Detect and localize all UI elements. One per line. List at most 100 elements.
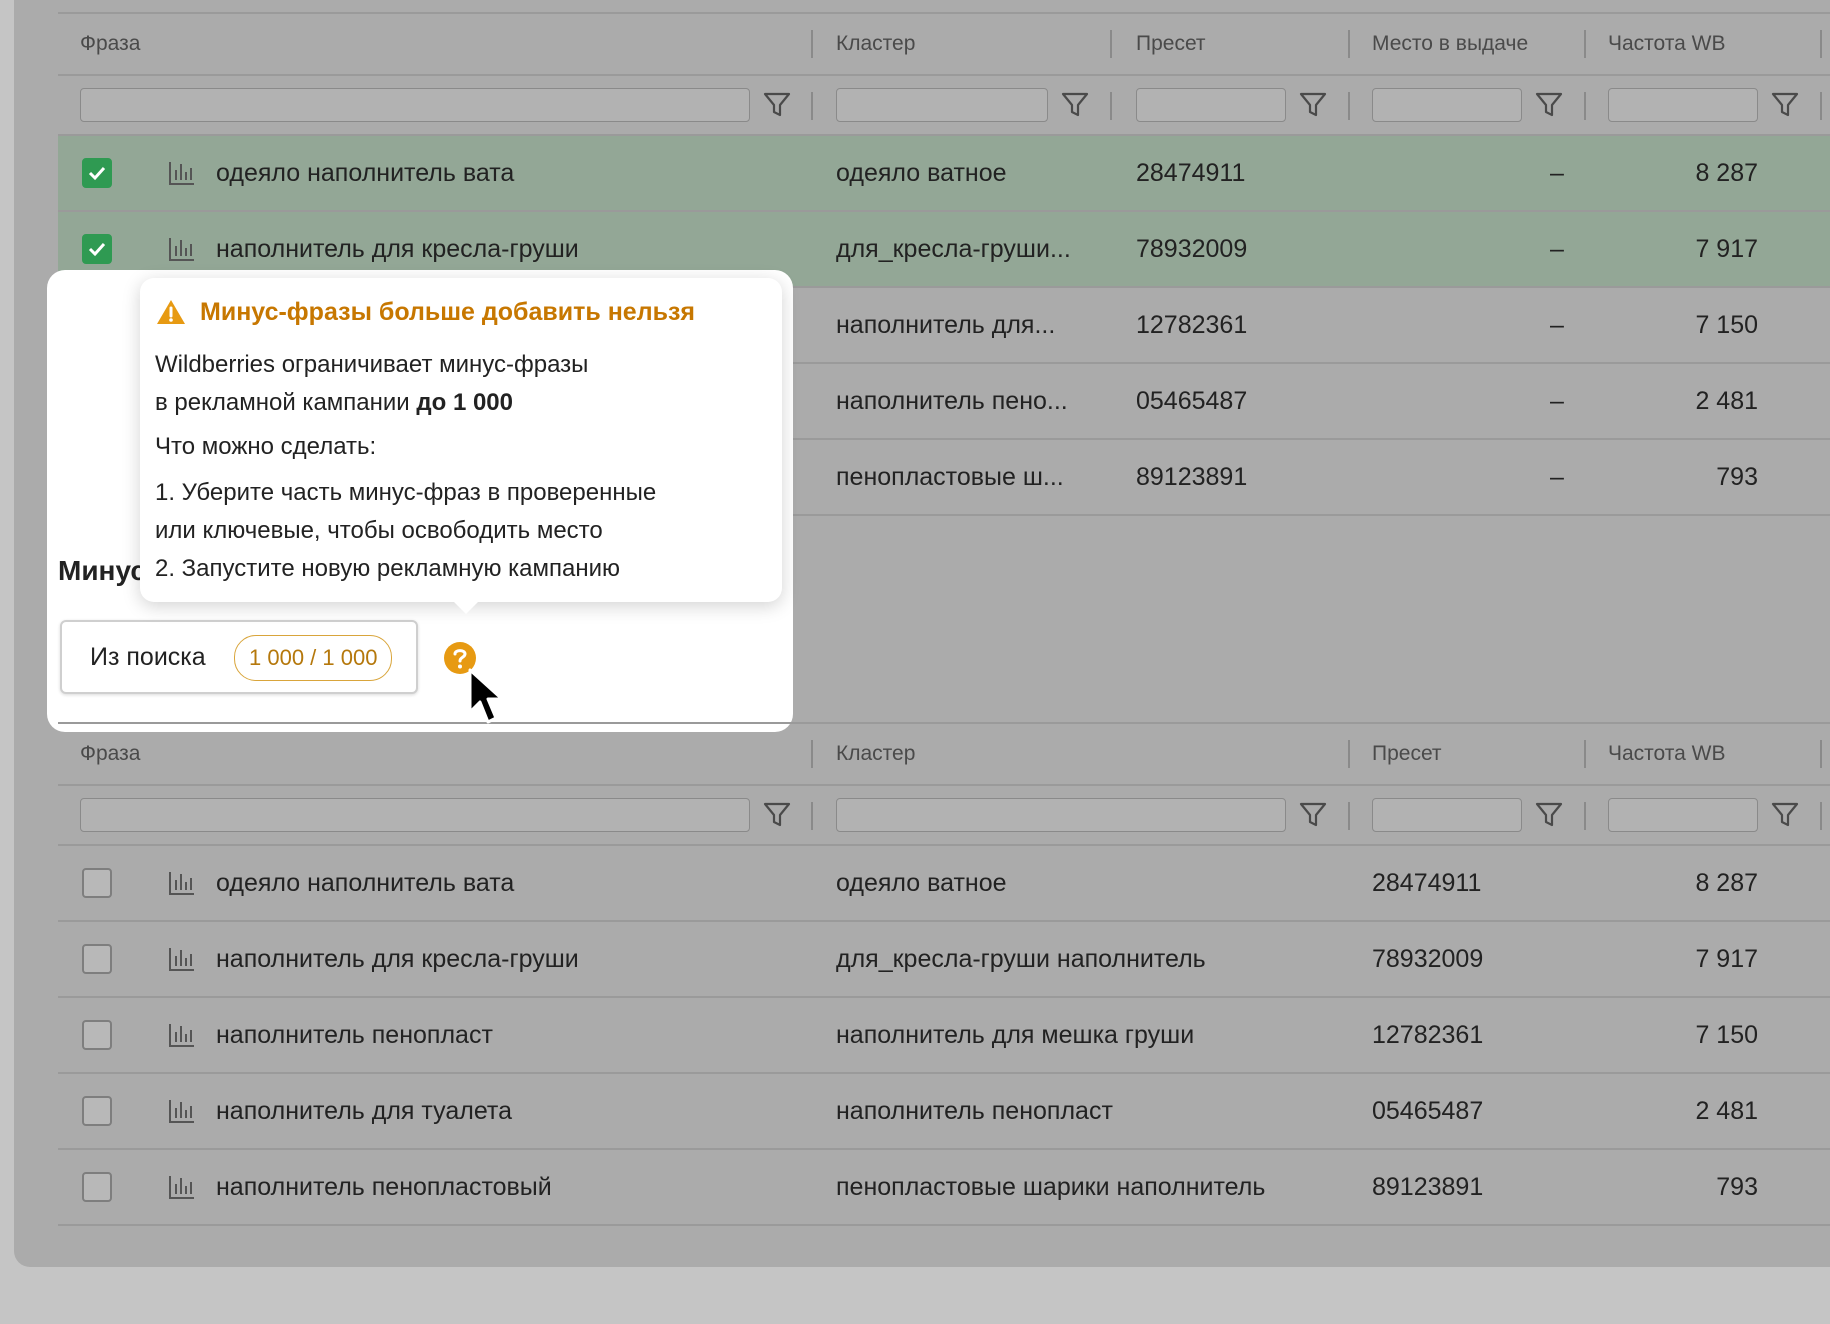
warning-icon [157, 300, 185, 324]
freq-cell: 2 481 [1695, 1097, 1758, 1125]
place-cell: – [1550, 463, 1564, 491]
freq-cell: 8 287 [1695, 869, 1758, 897]
cluster-cell: пенопластовые шарики наполнитель [836, 1173, 1266, 1201]
col-phrase[interactable]: Фраза [80, 14, 140, 74]
freq-cell: 7 917 [1695, 945, 1758, 973]
preset-cell: 05465487 [1372, 1097, 1484, 1125]
freq-cell: 7 917 [1695, 235, 1758, 263]
bar-chart-icon[interactable] [168, 236, 196, 262]
bar-chart-icon[interactable] [168, 1098, 196, 1124]
filter-icon[interactable] [1298, 90, 1328, 120]
row-checkbox[interactable] [82, 944, 112, 974]
cluster-cell: наполнитель пено... [836, 387, 1068, 415]
table-row[interactable]: одеяло наполнитель вата одеяло ватное 28… [58, 136, 1830, 212]
limit-counter-badge: 1 000 / 1 000 [234, 635, 393, 681]
bar-chart-icon[interactable] [168, 870, 196, 896]
table-row[interactable]: наполнитель пенопластовый пенопластовые … [58, 1150, 1830, 1226]
preset-cell: 89123891 [1372, 1173, 1484, 1201]
preset-cell: 05465487 [1136, 387, 1248, 415]
place-cell: – [1550, 235, 1564, 263]
preset-cell: 28474911 [1372, 869, 1482, 897]
row-checkbox[interactable] [82, 868, 112, 898]
row-checkbox[interactable] [82, 1096, 112, 1126]
col-preset[interactable]: Пресет [1136, 14, 1206, 74]
chip-label: Из поиска [90, 643, 206, 671]
filter-icon[interactable] [1534, 90, 1564, 120]
preset-cell: 12782361 [1372, 1021, 1484, 1049]
phrase-cell: наполнитель для кресла-груши [216, 945, 579, 973]
preset-cell: 28474911 [1136, 159, 1246, 187]
freq-cell: 7 150 [1695, 1021, 1758, 1049]
tooltip-line: Wildberries ограничивает минус-фразы [155, 351, 589, 378]
filter-icon[interactable] [762, 800, 792, 830]
filter-icon[interactable] [762, 90, 792, 120]
cluster-cell: пенопластовые ш... [836, 463, 1064, 491]
filter-icon[interactable] [1770, 90, 1800, 120]
freq-cell: 2 481 [1695, 387, 1758, 415]
mouse-cursor-icon [468, 668, 504, 724]
place-filter-input[interactable] [1372, 88, 1522, 122]
freq-filter-input[interactable] [1608, 88, 1758, 122]
preset-cell: 89123891 [1136, 463, 1248, 491]
filter-row [58, 786, 1830, 846]
col-freq[interactable]: Частота WB [1608, 724, 1726, 784]
row-checkbox[interactable] [82, 234, 112, 264]
filter-icon[interactable] [1534, 800, 1564, 830]
preset-filter-input[interactable] [1372, 798, 1522, 832]
table-row[interactable]: наполнитель пенопласт наполнитель для ме… [58, 998, 1830, 1074]
cluster-cell: наполнитель для... [836, 311, 1056, 339]
phrase-cell: наполнитель пенопластовый [216, 1173, 552, 1201]
bar-chart-icon[interactable] [168, 1022, 196, 1048]
col-cluster[interactable]: Кластер [836, 14, 915, 74]
col-freq[interactable]: Частота WB [1608, 14, 1726, 74]
table-row[interactable]: одеяло наполнитель вата одеяло ватное 28… [58, 846, 1830, 922]
bar-chart-icon[interactable] [168, 160, 196, 186]
phrase-cell: одеяло наполнитель вата [216, 869, 515, 897]
tooltip-title: Минус-фразы больше добавить нельзя [200, 298, 695, 326]
cluster-filter-input[interactable] [836, 88, 1048, 122]
limit-tooltip: Минус-фразы больше добавить нельзя Wildb… [140, 278, 782, 614]
table-row[interactable]: наполнитель для кресла-груши для_кресла-… [58, 922, 1830, 998]
tooltip-limit-value: до 1 000 [416, 389, 513, 416]
bar-chart-icon[interactable] [168, 946, 196, 972]
phrase-filter-input[interactable] [80, 798, 750, 832]
table-header: Фраза Кластер Пресет Частота WB [58, 722, 1830, 786]
phrase-cell: наполнитель пенопласт [216, 1021, 493, 1049]
cluster-filter-input[interactable] [836, 798, 1286, 832]
cluster-cell: наполнитель пенопласт [836, 1097, 1113, 1125]
tooltip-line: Что можно сделать: [155, 433, 377, 460]
col-place[interactable]: Место в выдаче [1372, 14, 1528, 74]
freq-filter-input[interactable] [1608, 798, 1758, 832]
preset-filter-input[interactable] [1136, 88, 1286, 122]
cluster-cell: для_кресла-груши наполнитель [836, 945, 1206, 973]
bar-chart-icon[interactable] [168, 1174, 196, 1200]
row-checkbox[interactable] [82, 158, 112, 188]
cluster-cell: одеяло ватное [836, 159, 1007, 187]
col-phrase[interactable]: Фраза [80, 724, 140, 784]
tooltip-line: в рекламной кампании до 1 000 [155, 384, 513, 422]
tooltip-line: или ключевые, чтобы освободить место [155, 517, 603, 544]
freq-cell: 7 150 [1695, 311, 1758, 339]
filter-row [58, 76, 1830, 136]
phrase-cell: одеяло наполнитель вата [216, 159, 515, 187]
table-header: Фраза Кластер Пресет Место в выдаче Част… [58, 12, 1830, 76]
filter-icon[interactable] [1060, 90, 1090, 120]
source-tab-from-search[interactable]: Из поиска 1 000 / 1 000 [60, 620, 418, 694]
place-cell: – [1550, 159, 1564, 187]
phrase-filter-input[interactable] [80, 88, 750, 122]
col-preset[interactable]: Пресет [1372, 724, 1442, 784]
preset-cell: 78932009 [1372, 945, 1484, 973]
filter-icon[interactable] [1298, 800, 1328, 830]
phrase-cell: наполнитель для туалета [216, 1097, 513, 1125]
filter-icon[interactable] [1770, 800, 1800, 830]
preset-cell: 78932009 [1136, 235, 1248, 263]
tooltip-line-text: в рекламной кампании [155, 389, 417, 416]
place-cell: – [1550, 311, 1564, 339]
place-cell: – [1550, 387, 1564, 415]
cluster-cell: одеяло ватное [836, 869, 1007, 897]
row-checkbox[interactable] [82, 1172, 112, 1202]
row-checkbox[interactable] [82, 1020, 112, 1050]
freq-cell: 793 [1716, 463, 1758, 491]
table-row[interactable]: наполнитель для туалета наполнитель пено… [58, 1074, 1830, 1150]
col-cluster[interactable]: Кластер [836, 724, 915, 784]
